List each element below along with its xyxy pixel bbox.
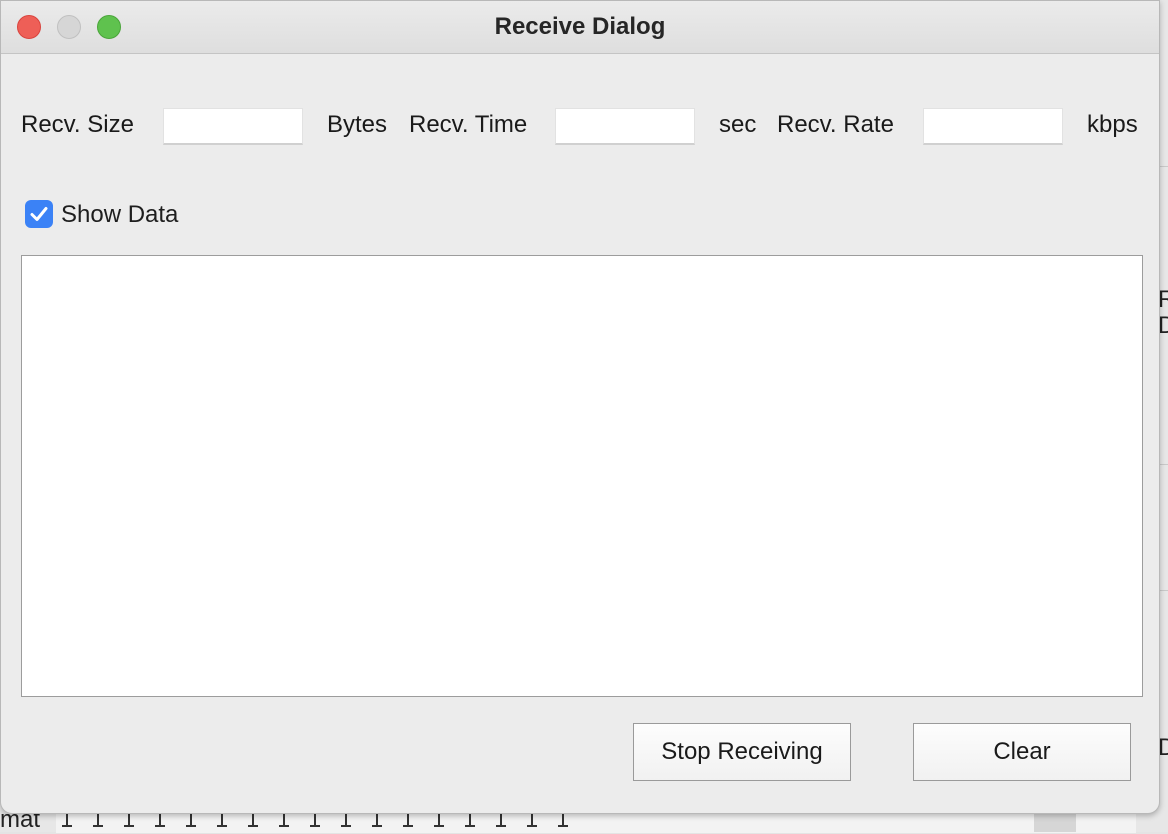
window-title: Receive Dialog bbox=[494, 13, 666, 40]
ruler-tick bbox=[527, 813, 537, 827]
recv-time-unit: sec bbox=[719, 111, 757, 138]
receive-dialog: Receive Dialog Recv. Size Bytes Recv. Ti… bbox=[0, 0, 1160, 814]
ruler-tick bbox=[434, 813, 444, 827]
show-data-label[interactable]: Show Data bbox=[61, 201, 178, 229]
recv-size-field[interactable] bbox=[163, 108, 303, 145]
recv-size-label: Recv. Size bbox=[21, 111, 134, 138]
ruler-tick bbox=[372, 813, 382, 827]
recv-time-field[interactable] bbox=[555, 108, 695, 145]
ruler-tick bbox=[279, 813, 289, 827]
recv-size-unit: Bytes bbox=[327, 111, 388, 138]
recv-time-label: Recv. Time bbox=[409, 111, 528, 138]
recv-rate-unit: kbps bbox=[1087, 111, 1138, 138]
checkmark-icon bbox=[30, 207, 48, 221]
clear-button[interactable]: Clear bbox=[913, 723, 1131, 781]
ruler-tick bbox=[558, 813, 568, 827]
ruler-tick bbox=[341, 813, 351, 827]
ruler-tick bbox=[248, 813, 258, 827]
ruler-tick bbox=[496, 813, 506, 827]
recv-rate-field[interactable] bbox=[923, 108, 1063, 145]
ruler-tick bbox=[124, 813, 134, 827]
ruler-tick bbox=[155, 813, 165, 827]
title-bar: Receive Dialog bbox=[1, 1, 1159, 54]
ruler-tick bbox=[62, 813, 72, 827]
show-data-checkbox[interactable] bbox=[25, 200, 53, 228]
ruler-tick bbox=[465, 813, 475, 827]
recv-rate-label: Recv. Rate bbox=[777, 111, 894, 138]
ruler-tick bbox=[93, 813, 103, 827]
ruler-tick bbox=[217, 813, 227, 827]
ruler-tick bbox=[403, 813, 413, 827]
stop-receiving-button[interactable]: Stop Receiving bbox=[633, 723, 851, 781]
received-data-area[interactable] bbox=[21, 255, 1143, 697]
ruler-tick bbox=[310, 813, 320, 827]
ruler-tick bbox=[186, 813, 196, 827]
